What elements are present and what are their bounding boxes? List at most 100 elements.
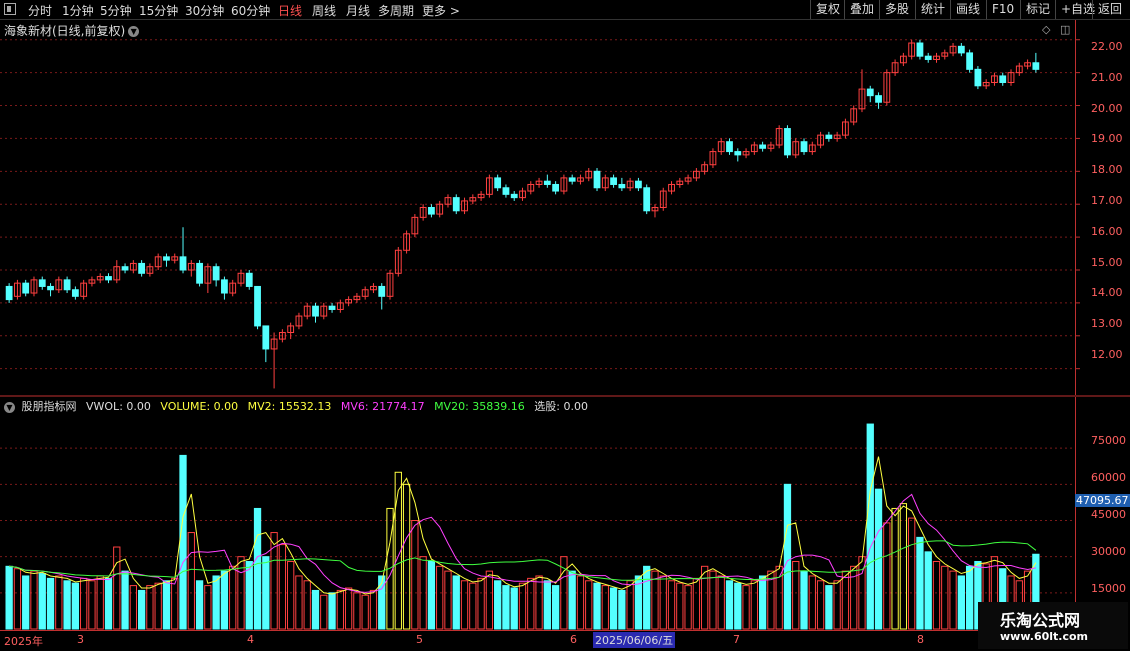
- volume-bar: [866, 423, 874, 630]
- candle-body: [999, 75, 1007, 83]
- candle-body: [552, 183, 560, 192]
- volume-bar: [510, 587, 518, 630]
- volume-bar: [626, 580, 634, 630]
- volume-bar: [924, 551, 932, 630]
- volume-bar: [551, 585, 560, 630]
- volume-bar: [783, 483, 792, 630]
- volume-bar: [22, 575, 30, 630]
- volume-bar: [916, 536, 924, 630]
- volume-bar: [229, 565, 237, 630]
- volume-bar: [734, 582, 742, 630]
- volume-bar: [353, 592, 361, 630]
- date-tick-label: 4: [247, 633, 254, 646]
- candle-body: [312, 305, 319, 317]
- volume-bar: [460, 580, 469, 630]
- volume-bar: [957, 575, 965, 630]
- volume-bar: [369, 589, 378, 630]
- candle-body: [221, 279, 228, 294]
- volume-bar: [659, 575, 667, 630]
- candle-body: [245, 272, 253, 287]
- volume-bar: [618, 589, 626, 630]
- volume-bar: [643, 565, 651, 630]
- volume-tick-label: 45000: [1091, 508, 1126, 521]
- volume-bar: [63, 580, 71, 630]
- candle-body: [38, 279, 46, 287]
- volume-bar: [96, 575, 104, 630]
- date-tick-label: 7: [733, 633, 740, 646]
- candle-body: [957, 45, 965, 54]
- mv20-value: MV20: 35839.16: [434, 400, 525, 413]
- candle-body: [924, 55, 932, 60]
- volume-bar: [518, 582, 527, 630]
- candle-body: [966, 52, 974, 70]
- price-tick-label: 14.00: [1091, 286, 1123, 300]
- candle-body: [974, 68, 982, 87]
- volume-bar: [361, 594, 369, 630]
- chevron-down-icon[interactable]: ▼: [4, 401, 15, 413]
- date-tick-label: 6: [570, 633, 577, 646]
- candle-body: [726, 141, 733, 153]
- candle-body: [196, 262, 203, 284]
- watermark-url: www.60lt.com: [1000, 630, 1089, 643]
- volume-bar: [949, 570, 957, 630]
- volume-bar: [80, 577, 88, 630]
- candle-body: [262, 325, 270, 350]
- price-tick-label: 20.00: [1091, 101, 1123, 115]
- candle-body: [121, 266, 129, 271]
- volume-bar: [908, 517, 916, 630]
- volume-tick-label: 60000: [1091, 471, 1126, 484]
- candle-body: [452, 197, 460, 212]
- indicator-legend: ▼ 股朋指标网 VWOL: 0.00 VOLUME: 0.00 MV2: 155…: [4, 398, 594, 414]
- candle-body: [635, 180, 642, 189]
- volume-bar: [113, 546, 121, 630]
- volume-bar: [676, 582, 684, 630]
- candle-body: [825, 134, 833, 139]
- price-tick-label: 19.00: [1091, 132, 1123, 146]
- volume-bar: [717, 575, 725, 630]
- volume-bar: [311, 589, 320, 630]
- volume-value: VOLUME: 0.00: [160, 400, 239, 413]
- volume-bar: [195, 580, 204, 630]
- volume-bar: [725, 580, 734, 630]
- pick-value: 选股: 0.00: [534, 400, 588, 413]
- volume-bar: [709, 570, 717, 630]
- volume-bar: [891, 507, 899, 630]
- volume-tick-label: 15000: [1091, 582, 1126, 595]
- candle-body: [916, 42, 924, 57]
- candle-body: [47, 285, 54, 291]
- price-tick-label: 18.00: [1091, 163, 1123, 177]
- volume-bar: [841, 570, 850, 630]
- volume-bar: [494, 580, 502, 630]
- price-tick-label: 22.00: [1091, 40, 1123, 53]
- candle-body: [734, 151, 742, 156]
- candle-body: [71, 289, 79, 297]
- price-tick-label: 12.00: [1091, 348, 1123, 361]
- volume-bar: [427, 560, 436, 630]
- volume-bar: [129, 585, 137, 630]
- volume-bar: [320, 594, 328, 630]
- price-tick-label: 21.00: [1091, 70, 1123, 84]
- volume-bar: [55, 575, 63, 630]
- candle-body: [510, 193, 518, 199]
- price-tick-label: 13.00: [1091, 317, 1123, 331]
- date-axis: 2025年 3 4 5 6 7 8 2025/06/06/五: [0, 630, 1075, 651]
- volume-bar: [287, 560, 295, 630]
- volume-tick-label: 75000: [1091, 434, 1126, 447]
- candle-body: [610, 177, 617, 185]
- date-cursor-label: 2025/06/06/五: [593, 632, 676, 648]
- volume-bar: [303, 580, 311, 630]
- volume-bar: [344, 587, 353, 630]
- candle-body: [5, 285, 13, 301]
- volume-bar: [162, 580, 171, 630]
- candlestick-chart: [0, 39, 1130, 630]
- date-tick-label: 8: [917, 633, 924, 646]
- candle-body: [800, 141, 808, 153]
- candle-body: [784, 128, 791, 156]
- volume-bar: [295, 575, 303, 630]
- price-tick-label: 16.00: [1091, 224, 1123, 238]
- price-axis: 22.00 21.00 20.00 19.00 18.00 17.00 16.00 15.00…: [1075, 20, 1130, 395]
- volume-bar: [88, 580, 96, 630]
- candle-body: [428, 207, 435, 215]
- volume-bar: [485, 570, 494, 630]
- volume-bar: [568, 570, 576, 630]
